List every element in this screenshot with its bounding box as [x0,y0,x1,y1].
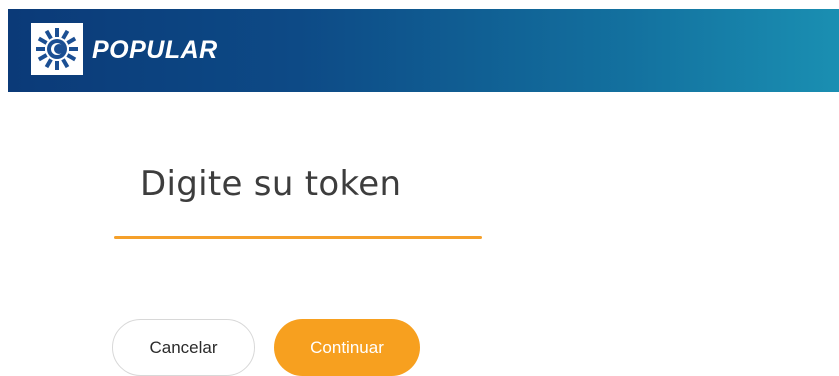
token-placeholder[interactable]: Digite su token [140,164,401,204]
brand-name: POPULAR [92,36,218,64]
continue-button[interactable]: Continuar [274,319,420,376]
cancel-button[interactable]: Cancelar [112,319,255,376]
sun-logo-icon [33,25,81,73]
header-bar: POPULAR [8,9,839,92]
brand-logo-icon [31,23,83,75]
token-page: POPULAR Digite su token Cancelar Continu… [0,0,839,376]
token-input-underline [114,236,482,239]
token-input[interactable]: Digite su token [114,150,482,242]
